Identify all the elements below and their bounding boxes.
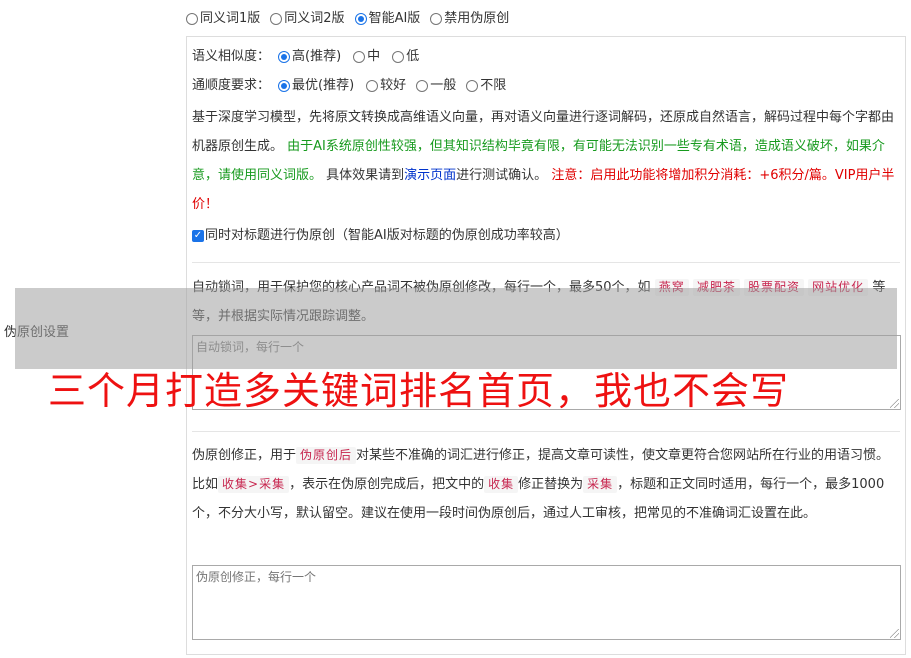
similarity-row: 语义相似度： 高(推荐) 中 低 (192, 48, 419, 66)
similarity-option-low[interactable]: 低 (392, 48, 419, 66)
lock-words-text: 自动锁词，用于保护您的核心产品词不被伪原创修改，每行一个，最多50个，如 (192, 280, 651, 295)
option-label: 低 (406, 49, 420, 64)
radio-icon[interactable] (466, 80, 479, 92)
ai-description-text: 进行测试确认。 (456, 168, 552, 183)
overlay-caption: 三个月打造多关键词排名首页，我也不会写 (48, 369, 790, 413)
radio-icon[interactable] (392, 51, 405, 63)
option-label: 最优(推荐) (292, 78, 355, 93)
mode-option-label: 智能AI版 (368, 11, 421, 26)
option-label: 高(推荐) (292, 49, 342, 64)
correction-text: 修正替换为 (518, 477, 584, 492)
demo-page-link[interactable]: 演示页面 (404, 168, 456, 183)
radio-icon[interactable] (416, 80, 429, 92)
radio-icon[interactable] (366, 80, 379, 92)
correction-description: 伪原创修正，用于 伪原创后 对某些不准确的词汇进行修正，提高文章可读性，使文章更符合… (192, 441, 900, 528)
option-label: 中 (367, 49, 381, 64)
mode-option-label: 禁用伪原创 (444, 11, 510, 26)
mode-option-synonym2[interactable]: 同义词2版 (270, 10, 345, 28)
option-label: 不限 (480, 78, 507, 93)
checkbox-icon[interactable]: ✓ (192, 230, 204, 242)
radio-icon[interactable] (278, 51, 291, 63)
similarity-option-high[interactable]: 高(推荐) (278, 48, 341, 66)
mode-option-disable[interactable]: 禁用伪原创 (430, 10, 509, 28)
code-tag: 伪原创后 (296, 447, 357, 464)
title-checkbox-label: 同时对标题进行伪原创（智能AI版对标题的伪原创成功率较高） (205, 228, 569, 243)
correction-text: ，表示在伪原创完成后，把文中的 (289, 477, 485, 492)
divider (192, 262, 900, 263)
mode-radio-group: 同义词1版 同义词2版 智能AI版 禁用伪原创 (186, 10, 509, 28)
ai-description: 基于深度学习模型，先将原文转换成高维语义向量，再对语义向量进行逐词解码，还原成自… (192, 103, 900, 219)
lock-words-placeholder: 自动锁词，每行一个 (196, 340, 305, 354)
fluency-option-best[interactable]: 最优(推荐) (278, 77, 354, 95)
code-tag: 收集>采集 (218, 476, 290, 493)
radio-icon[interactable] (430, 13, 443, 25)
fluency-option-good[interactable]: 较好 (366, 77, 406, 95)
correction-placeholder: 伪原创修正，每行一个 (196, 570, 317, 584)
lock-words-description: 自动锁词，用于保护您的核心产品词不被伪原创修改，每行一个，最多50个，如 燕窝 … (192, 273, 900, 331)
ai-description-text: 具体效果请到 (322, 168, 405, 183)
fluency-row: 通顺度要求： 最优(推荐) 较好 一般 不限 (192, 77, 506, 95)
keyword-tag: 减肥茶 (692, 279, 740, 296)
radio-icon[interactable] (354, 13, 367, 25)
option-label: 较好 (380, 78, 407, 93)
similarity-option-medium[interactable]: 中 (353, 48, 380, 66)
fluency-option-normal[interactable]: 一般 (416, 77, 456, 95)
mode-option-ai[interactable]: 智能AI版 (354, 10, 421, 28)
fluency-label: 通顺度要求： (192, 78, 271, 93)
mode-option-label: 同义词1版 (200, 11, 261, 26)
settings-panel: 语义相似度： 高(推荐) 中 低 通顺度要求： 最优(推荐) 较好 一般 不限 … (186, 36, 906, 655)
title-checkbox-row[interactable]: ✓ 同时对标题进行伪原创（智能AI版对标题的伪原创成功率较高） (192, 227, 569, 245)
radio-icon[interactable] (186, 13, 198, 25)
resize-handle-icon[interactable] (890, 399, 899, 408)
radio-icon[interactable] (278, 80, 291, 92)
code-tag: 收集 (484, 476, 519, 493)
option-label: 一般 (430, 78, 457, 93)
radio-icon[interactable] (353, 51, 366, 63)
keyword-tag: 网站优化 (808, 279, 869, 296)
code-tag: 采集 (583, 476, 618, 493)
similarity-label: 语义相似度： (192, 49, 271, 64)
keyword-tag: 燕窝 (654, 279, 689, 296)
mode-option-synonym1[interactable]: 同义词1版 (186, 10, 260, 28)
radio-icon[interactable] (270, 13, 283, 25)
keyword-tag: 股票配资 (744, 279, 805, 296)
divider (192, 431, 900, 432)
fluency-option-unlimited[interactable]: 不限 (466, 77, 506, 95)
correction-textarea[interactable]: 伪原创修正，每行一个 (192, 565, 901, 640)
mode-option-label: 同义词2版 (284, 11, 345, 26)
correction-text: 伪原创修正，用于 (192, 448, 297, 463)
resize-handle-icon[interactable] (890, 629, 899, 638)
section-label: 伪原创设置 (4, 325, 70, 340)
